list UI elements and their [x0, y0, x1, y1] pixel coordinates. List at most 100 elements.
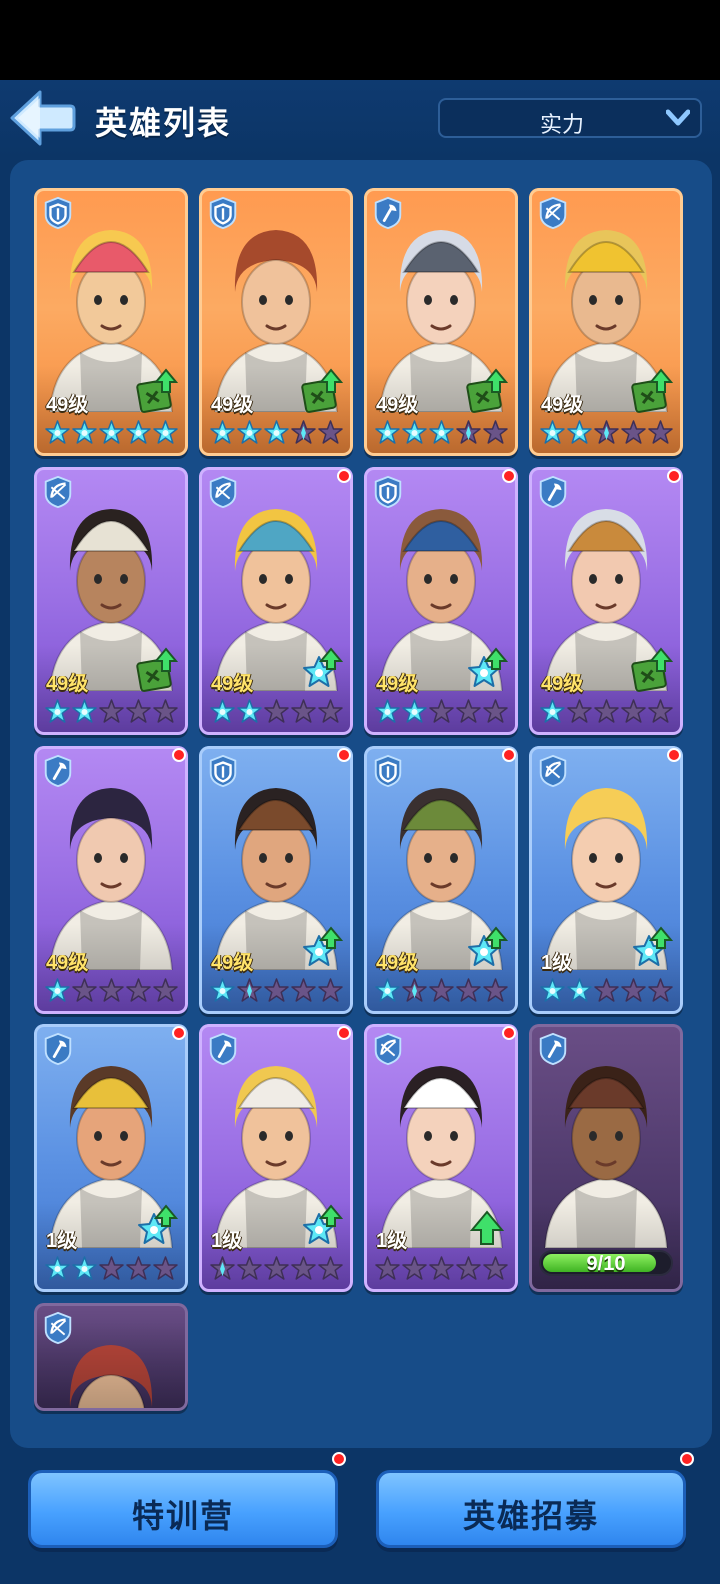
hero-card[interactable]: 1级 — [34, 1024, 188, 1292]
star-icon — [72, 420, 97, 444]
star-upgrade-icon — [303, 1204, 343, 1244]
hero-card[interactable]: 49级 — [364, 188, 518, 456]
star-upgrade-icon — [468, 647, 508, 687]
star-rating — [539, 978, 675, 1004]
hero-level: 1级 — [211, 1230, 243, 1252]
axe-class-icon — [374, 196, 402, 230]
star-icon — [264, 978, 289, 1002]
star-icon — [567, 699, 592, 723]
hero-level: 49级 — [376, 673, 419, 695]
shield-class-icon — [209, 196, 237, 230]
skill-book-upgrade-icon — [631, 368, 673, 413]
hero-level: 49级 — [46, 952, 89, 974]
hero-card[interactable]: 49级 — [34, 467, 188, 735]
hero-level: 1级 — [376, 1230, 408, 1252]
skill-book-upgrade-icon — [136, 368, 178, 413]
axe-class-icon — [539, 1032, 567, 1066]
star-rating — [209, 978, 345, 1004]
star-icon — [318, 699, 343, 723]
star-icon — [45, 1256, 70, 1280]
star-icon — [291, 978, 316, 1002]
star-icon — [540, 699, 565, 723]
star-icon — [210, 699, 235, 723]
shield-class-icon — [374, 475, 402, 509]
star-icon — [429, 420, 454, 444]
hero-card[interactable]: 9/10 — [529, 1024, 683, 1292]
star-icon — [318, 420, 343, 444]
star-icon — [291, 420, 316, 444]
star-icon — [621, 699, 646, 723]
hero-card[interactable]: 49级 — [34, 746, 188, 1014]
star-icon — [126, 699, 151, 723]
star-rating — [374, 420, 510, 446]
axe-class-icon — [539, 475, 567, 509]
star-icon — [72, 699, 97, 723]
star-icon — [648, 978, 673, 1002]
hero-level: 49级 — [541, 673, 584, 695]
progress-text: 9/10 — [586, 1253, 626, 1275]
star-icon — [126, 978, 151, 1002]
star-upgrade-icon — [303, 647, 343, 687]
star-icon — [72, 978, 97, 1002]
training-camp-label: 特训营 — [131, 1498, 234, 1534]
hero-level: 49级 — [211, 394, 254, 416]
star-rating — [44, 1256, 180, 1282]
star-icon — [402, 978, 427, 1002]
star-rating — [44, 699, 180, 725]
star-upgrade-icon — [633, 926, 673, 966]
hero-recruit-label: 英雄招募 — [462, 1498, 599, 1534]
star-icon — [264, 1256, 289, 1280]
star-icon — [126, 1256, 151, 1280]
hero-level: 49级 — [211, 673, 254, 695]
star-icon — [264, 420, 289, 444]
star-icon — [153, 1256, 178, 1280]
back-arrow-icon[interactable] — [10, 88, 76, 148]
star-rating — [374, 1256, 510, 1282]
hero-card[interactable]: 1级 — [529, 746, 683, 1014]
hero-card[interactable]: 1级 — [364, 1024, 518, 1292]
notification-dot — [502, 1026, 516, 1040]
notification-dot — [337, 1026, 351, 1040]
hero-card[interactable]: 1级 — [199, 1024, 353, 1292]
star-icon — [153, 978, 178, 1002]
star-icon — [264, 699, 289, 723]
hero-grid-panel[interactable]: 49级 49级 49级 49级 49级 49级 49级 49级 49级 49级 49级 1级 1级 1级 1… — [10, 160, 712, 1448]
hero-card[interactable]: 49级 — [199, 188, 353, 456]
star-icon — [456, 1256, 481, 1280]
star-icon — [99, 420, 124, 444]
star-rating — [374, 978, 510, 1004]
star-icon — [237, 420, 262, 444]
notification-dot — [680, 1452, 694, 1466]
star-icon — [375, 1256, 400, 1280]
star-icon — [72, 1256, 97, 1280]
star-icon — [318, 978, 343, 1002]
hero-card[interactable]: 49级 — [364, 467, 518, 735]
star-icon — [45, 699, 70, 723]
star-icon — [99, 978, 124, 1002]
hero-card[interactable]: 49级 — [529, 188, 683, 456]
notification-dot — [172, 748, 186, 762]
star-icon — [429, 699, 454, 723]
sort-dropdown[interactable]: 实力 — [438, 98, 702, 138]
hero-level: 49级 — [46, 673, 89, 695]
hero-card[interactable]: 49级 — [199, 746, 353, 1014]
hero-card[interactable]: 49级 — [199, 467, 353, 735]
hero-card[interactable] — [34, 1303, 188, 1411]
star-icon — [402, 699, 427, 723]
star-upgrade-icon — [303, 926, 343, 966]
shard-progress-bar: 9/10 — [539, 1250, 673, 1276]
hero-card[interactable]: 49级 — [364, 746, 518, 1014]
star-icon — [456, 420, 481, 444]
star-icon — [648, 420, 673, 444]
training-camp-button[interactable]: 特训营 — [28, 1470, 338, 1548]
skill-book-upgrade-icon — [631, 647, 673, 692]
hero-card[interactable]: 49级 — [34, 188, 188, 456]
star-icon — [291, 1256, 316, 1280]
bow-class-icon — [539, 754, 567, 788]
hero-level: 49级 — [211, 952, 254, 974]
hero-card[interactable]: 49级 — [529, 467, 683, 735]
star-rating — [209, 1256, 345, 1282]
hero-recruit-button[interactable]: 英雄招募 — [376, 1470, 686, 1548]
star-icon — [99, 1256, 124, 1280]
hero-level: 1级 — [541, 952, 573, 974]
